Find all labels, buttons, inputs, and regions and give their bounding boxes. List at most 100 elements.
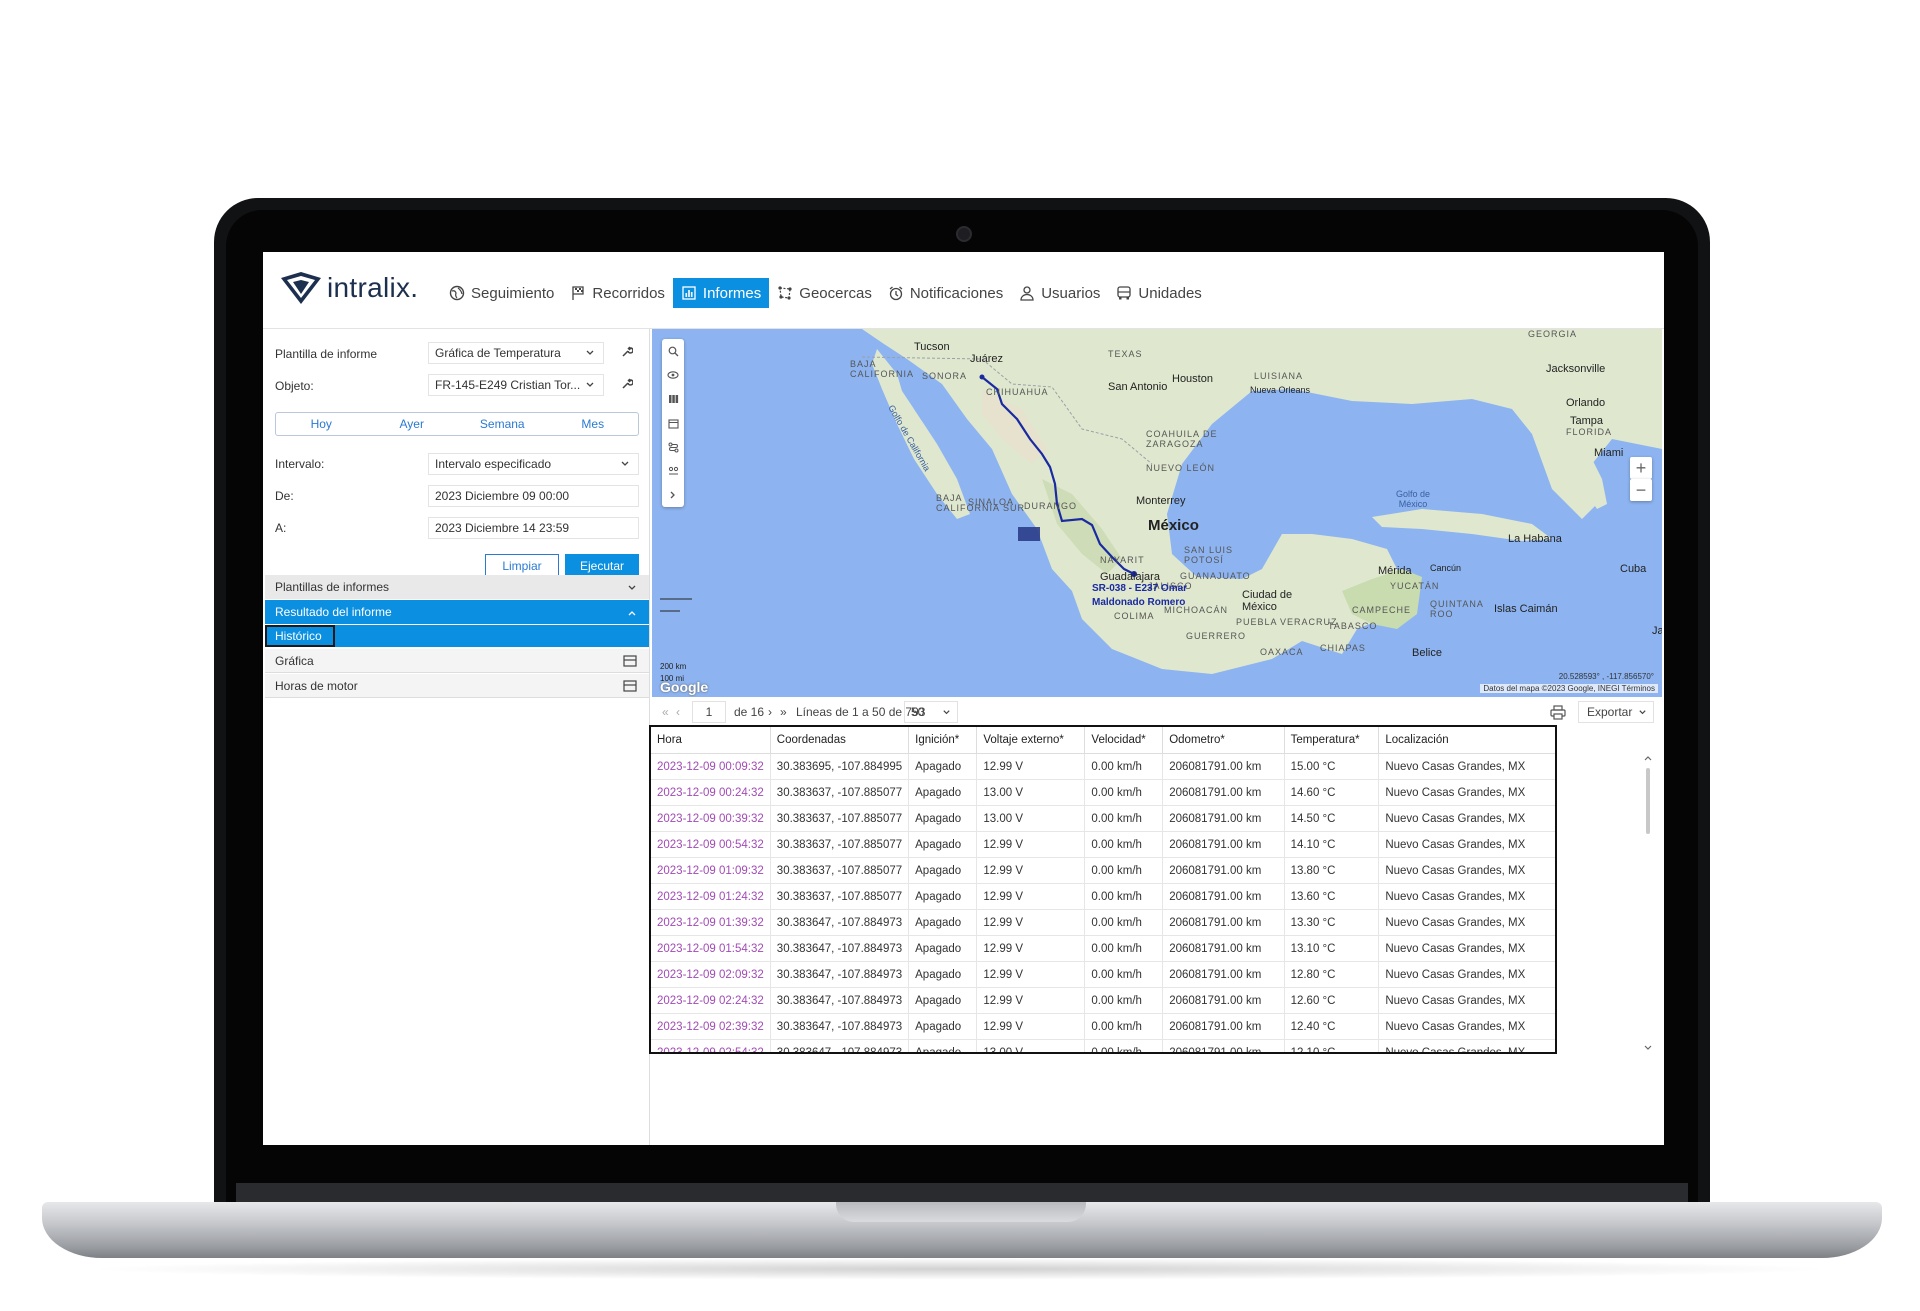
map-label-texas: TEXAS xyxy=(1108,349,1143,359)
laptop-base-notch xyxy=(836,1202,1086,1222)
zoom-in-button[interactable]: + xyxy=(1630,457,1652,479)
map-label-sonora: SONORA xyxy=(922,371,968,381)
nav-geocercas[interactable]: Geocercas xyxy=(769,278,880,308)
from-date-field[interactable]: 2023 Diciembre 09 00:00 xyxy=(428,485,639,507)
chevron-down-icon xyxy=(621,461,629,466)
page-size-select[interactable]: 50 xyxy=(904,701,958,723)
historico-tab[interactable]: Histórico xyxy=(265,625,335,647)
cell-hora[interactable]: 2023-12-09 00:24:32 xyxy=(651,779,771,806)
wrench-icon[interactable] xyxy=(621,346,633,358)
map-label-chihuahua: CHIHUAHUA xyxy=(986,387,1049,397)
col-voltaje[interactable]: Voltaje externo* xyxy=(976,727,1086,754)
nav-usuarios[interactable]: Usuarios xyxy=(1011,278,1108,308)
col-temperatura[interactable]: Temperatura* xyxy=(1284,727,1380,754)
table-row[interactable]: 2023-12-09 00:39:32 30.383637, -107.88507… xyxy=(651,805,1555,832)
zoom-out-button[interactable]: − xyxy=(1630,479,1652,501)
map-search-button[interactable] xyxy=(662,339,684,363)
map-route-button[interactable] xyxy=(662,435,684,459)
nav-recorridos[interactable]: Recorridos xyxy=(562,278,673,308)
wrench-icon[interactable] xyxy=(621,378,633,390)
nav-informes[interactable]: Informes xyxy=(672,278,770,308)
nav-seguimiento[interactable]: Seguimiento xyxy=(441,278,562,308)
cell-ignicion: Apagado xyxy=(908,1039,978,1052)
template-value: Gráfica de Temperatura xyxy=(435,346,561,360)
map-label-ciudad-mexico: Ciudad de México xyxy=(1242,589,1293,613)
scale-km: 200 km xyxy=(660,662,687,671)
map-label-nayarit: NAYARIT xyxy=(1100,555,1145,565)
col-velocidad[interactable]: Velocidad* xyxy=(1084,727,1164,754)
table-row[interactable]: 2023-12-09 00:54:32 30.383637, -107.88507… xyxy=(651,831,1555,858)
map-expand-button[interactable] xyxy=(662,483,684,507)
cell-localizacion: Nuevo Casas Grandes, MX xyxy=(1378,779,1555,806)
logo[interactable]: intralix. xyxy=(279,270,418,306)
col-hora[interactable]: Hora xyxy=(651,727,771,754)
cell-hora[interactable]: 2023-12-09 02:39:32 xyxy=(651,1013,771,1040)
export-dropdown[interactable]: Exportar xyxy=(1578,701,1654,723)
from-label: De: xyxy=(275,489,294,503)
cell-hora[interactable]: 2023-12-09 01:54:32 xyxy=(651,935,771,962)
next-page-button[interactable]: › xyxy=(768,705,772,719)
table-row[interactable]: 2023-12-09 02:39:32 30.383647, -107.88497… xyxy=(651,1013,1555,1040)
accordion-result[interactable]: Resultado del informe xyxy=(265,600,649,624)
col-localizacion[interactable]: Localización xyxy=(1378,727,1555,754)
table-row[interactable]: 2023-12-09 01:09:32 30.383637, -107.88507… xyxy=(651,857,1555,884)
nav-notificaciones[interactable]: Notificaciones xyxy=(880,278,1011,308)
map-label-miami: Miami xyxy=(1594,447,1624,459)
horas-motor-row[interactable]: Horas de motor xyxy=(265,674,649,698)
period-hoy[interactable]: Hoy xyxy=(276,413,367,435)
cell-hora[interactable]: 2023-12-09 01:24:32 xyxy=(651,883,771,910)
cell-hora[interactable]: 2023-12-09 02:24:32 xyxy=(651,987,771,1014)
table-row[interactable]: 2023-12-09 01:54:32 30.383647, -107.88497… xyxy=(651,935,1555,962)
prev-page-button[interactable]: ‹ xyxy=(676,705,680,719)
cell-velocidad: 0.00 km/h xyxy=(1084,1039,1164,1052)
table-row[interactable]: 2023-12-09 00:09:32 30.383695, -107.88499… xyxy=(651,753,1555,780)
table-row[interactable]: 2023-12-09 02:09:32 30.383647, -107.88497… xyxy=(651,961,1555,988)
print-icon[interactable] xyxy=(1550,705,1566,720)
map-layers-button[interactable] xyxy=(662,387,684,411)
cell-odometro: 206081791.00 km xyxy=(1162,961,1285,988)
cell-ignicion: Apagado xyxy=(908,987,978,1014)
map-eye-button[interactable] xyxy=(662,363,684,387)
object-select[interactable]: FR-145-E249 Cristian Tor... xyxy=(428,374,604,396)
map-view[interactable]: + − Tucson Juárez TEXAS BAJA CALIFORNIA … xyxy=(652,329,1662,697)
cell-localizacion: Nuevo Casas Grandes, MX xyxy=(1378,805,1555,832)
cell-hora[interactable]: 2023-12-09 01:09:32 xyxy=(651,857,771,884)
cell-hora[interactable]: 2023-12-09 02:09:32 xyxy=(651,961,771,988)
cell-hora[interactable]: 2023-12-09 00:54:32 xyxy=(651,831,771,858)
last-page-button[interactable]: » xyxy=(780,705,787,719)
period-ayer[interactable]: Ayer xyxy=(367,413,458,435)
alarm-icon xyxy=(889,286,903,301)
interval-select[interactable]: Intervalo especificado xyxy=(428,453,639,475)
report-icon xyxy=(682,286,696,300)
cell-hora[interactable]: 2023-12-09 00:09:32 xyxy=(651,753,771,780)
table-row[interactable]: 2023-12-09 00:24:32 30.383637, -107.88507… xyxy=(651,779,1555,806)
col-odometro[interactable]: Odometro* xyxy=(1162,727,1285,754)
map-attribution[interactable]: Datos del mapa ©2023 Google, INEGI Térmi… xyxy=(1480,684,1658,693)
cell-velocidad: 0.00 km/h xyxy=(1084,961,1164,988)
cell-hora[interactable]: 2023-12-09 01:39:32 xyxy=(651,909,771,936)
col-coordenadas[interactable]: Coordenadas xyxy=(770,727,910,754)
table-row[interactable]: 2023-12-09 01:39:32 30.383647, -107.88497… xyxy=(651,909,1555,936)
table-scrollbar[interactable] xyxy=(1643,754,1653,1054)
template-select[interactable]: Gráfica de Temperatura xyxy=(428,342,604,364)
table-row[interactable]: 2023-12-09 02:54:32 30.383647, -107.88497… xyxy=(651,1039,1555,1052)
map-label-san-antonio: San Antonio xyxy=(1108,381,1168,393)
cell-hora[interactable]: 2023-12-09 02:54:32 xyxy=(651,1039,771,1052)
table-row[interactable]: 2023-12-09 02:24:32 30.383647, -107.88497… xyxy=(651,987,1555,1014)
cell-hora[interactable]: 2023-12-09 00:39:32 xyxy=(651,805,771,832)
table-body: 2023-12-09 00:09:32 30.383695, -107.88499… xyxy=(651,753,1555,1052)
first-page-button[interactable]: « xyxy=(662,705,669,719)
cell-ignicion: Apagado xyxy=(908,883,978,910)
grafica-row[interactable]: Gráfica xyxy=(265,649,649,673)
to-date-field[interactable]: 2023 Diciembre 14 23:59 xyxy=(428,517,639,539)
table-row[interactable]: 2023-12-09 01:24:32 30.383637, -107.88507… xyxy=(651,883,1555,910)
period-semana[interactable]: Semana xyxy=(457,413,548,435)
page-count: de 16 xyxy=(734,705,765,719)
accordion-templates[interactable]: Plantillas de informes xyxy=(265,575,649,599)
col-ignicion[interactable]: Ignición* xyxy=(908,727,978,754)
period-mes[interactable]: Mes xyxy=(548,413,639,435)
page-number-input[interactable]: 1 xyxy=(692,701,726,723)
nav-unidades[interactable]: Unidades xyxy=(1108,278,1209,308)
map-points-button[interactable] xyxy=(662,459,684,483)
map-calendar-button[interactable] xyxy=(662,411,684,435)
